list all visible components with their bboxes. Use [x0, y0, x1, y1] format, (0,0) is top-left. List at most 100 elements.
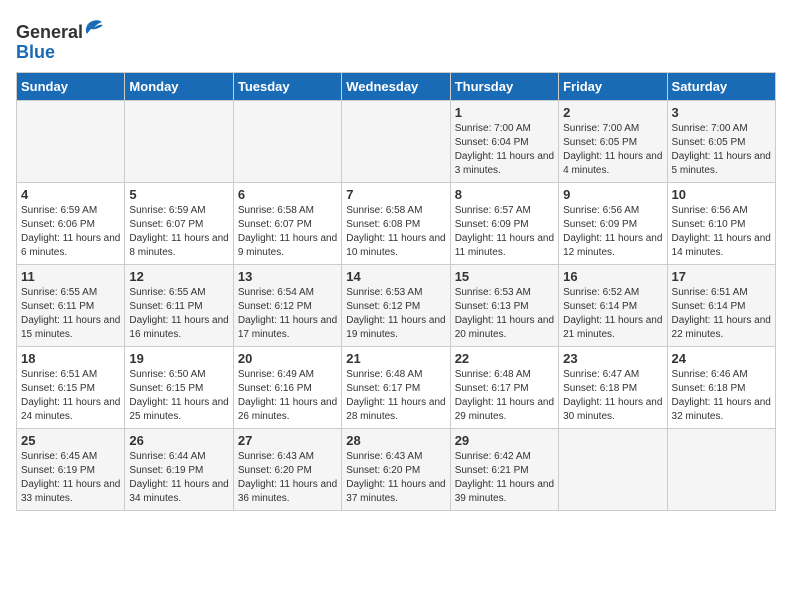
calendar-cell: 21 Sunrise: 6:48 AM Sunset: 6:17 PM Dayli…	[342, 347, 450, 429]
day-number: 29	[455, 433, 554, 448]
day-number: 19	[129, 351, 228, 366]
calendar-cell: 27 Sunrise: 6:43 AM Sunset: 6:20 PM Dayli…	[233, 429, 341, 511]
week-row-3: 11Sunrise: 6:55 AM Sunset: 6:11 PM Dayli…	[17, 265, 776, 347]
calendar-cell: 12Sunrise: 6:55 AM Sunset: 6:11 PM Dayli…	[125, 265, 233, 347]
calendar-cell: 26 Sunrise: 6:44 AM Sunset: 6:19 PM Dayli…	[125, 429, 233, 511]
calendar-cell: 19 Sunrise: 6:50 AM Sunset: 6:15 PM Dayli…	[125, 347, 233, 429]
calendar-cell	[233, 101, 341, 183]
day-number: 21	[346, 351, 445, 366]
calendar-cell: 11Sunrise: 6:55 AM Sunset: 6:11 PM Dayli…	[17, 265, 125, 347]
calendar-cell: 7 Sunrise: 6:58 AM Sunset: 6:08 PM Daylig…	[342, 183, 450, 265]
calendar-cell	[17, 101, 125, 183]
day-number: 13	[238, 269, 337, 284]
calendar-cell: 28 Sunrise: 6:43 AM Sunset: 6:20 PM Dayli…	[342, 429, 450, 511]
day-number: 15	[455, 269, 554, 284]
day-info: Sunrise: 6:59 AM Sunset: 6:06 PM Dayligh…	[21, 204, 120, 260]
calendar-cell	[342, 101, 450, 183]
day-number: 14	[346, 269, 445, 284]
calendar-cell: 18 Sunrise: 6:51 AM Sunset: 6:15 PM Dayli…	[17, 347, 125, 429]
day-number: 3	[672, 105, 771, 120]
calendar-cell: 17 Sunrise: 6:51 AM Sunset: 6:14 PM Dayli…	[667, 265, 775, 347]
calendar-cell: 4 Sunrise: 6:59 AM Sunset: 6:06 PM Daylig…	[17, 183, 125, 265]
day-number: 18	[21, 351, 120, 366]
day-info: Sunrise: 6:52 AM Sunset: 6:14 PM Dayligh…	[563, 286, 662, 342]
day-info: Sunrise: 6:56 AM Sunset: 6:09 PM Dayligh…	[563, 204, 662, 260]
day-number: 24	[672, 351, 771, 366]
day-info: Sunrise: 6:58 AM Sunset: 6:08 PM Dayligh…	[346, 204, 445, 260]
day-number: 12	[129, 269, 228, 284]
calendar-cell: 5 Sunrise: 6:59 AM Sunset: 6:07 PM Daylig…	[125, 183, 233, 265]
day-number: 8	[455, 187, 554, 202]
day-info: Sunrise: 6:53 AM Sunset: 6:13 PM Dayligh…	[455, 286, 554, 342]
day-number: 17	[672, 269, 771, 284]
day-number: 1	[455, 105, 554, 120]
week-row-5: 25 Sunrise: 6:45 AM Sunset: 6:19 PM Dayli…	[17, 429, 776, 511]
day-info: Sunrise: 6:48 AM Sunset: 6:17 PM Dayligh…	[346, 368, 445, 424]
day-info: Sunrise: 6:51 AM Sunset: 6:14 PM Dayligh…	[672, 286, 771, 342]
day-info: Sunrise: 6:45 AM Sunset: 6:19 PM Dayligh…	[21, 450, 120, 506]
day-info: Sunrise: 7:00 AM Sunset: 6:04 PM Dayligh…	[455, 122, 554, 178]
day-number: 10	[672, 187, 771, 202]
day-info: Sunrise: 6:58 AM Sunset: 6:07 PM Dayligh…	[238, 204, 337, 260]
day-info: Sunrise: 6:56 AM Sunset: 6:10 PM Dayligh…	[672, 204, 771, 260]
calendar-cell: 10 Sunrise: 6:56 AM Sunset: 6:10 PM Dayli…	[667, 183, 775, 265]
header-friday: Friday	[559, 73, 667, 101]
calendar-cell	[125, 101, 233, 183]
calendar-cell: 22Sunrise: 6:48 AM Sunset: 6:17 PM Dayli…	[450, 347, 558, 429]
calendar-cell	[667, 429, 775, 511]
header-saturday: Saturday	[667, 73, 775, 101]
calendar-cell: 13 Sunrise: 6:54 AM Sunset: 6:12 PM Dayli…	[233, 265, 341, 347]
day-number: 7	[346, 187, 445, 202]
calendar-cell: 9 Sunrise: 6:56 AM Sunset: 6:09 PM Daylig…	[559, 183, 667, 265]
day-number: 4	[21, 187, 120, 202]
day-info: Sunrise: 6:46 AM Sunset: 6:18 PM Dayligh…	[672, 368, 771, 424]
calendar-cell: 14 Sunrise: 6:53 AM Sunset: 6:12 PM Dayli…	[342, 265, 450, 347]
calendar-cell: 25 Sunrise: 6:45 AM Sunset: 6:19 PM Dayli…	[17, 429, 125, 511]
day-info: Sunrise: 7:00 AM Sunset: 6:05 PM Dayligh…	[672, 122, 771, 178]
day-number: 22	[455, 351, 554, 366]
day-number: 9	[563, 187, 662, 202]
day-number: 26	[129, 433, 228, 448]
calendar-cell: 1 Sunrise: 7:00 AM Sunset: 6:04 PM Daylig…	[450, 101, 558, 183]
day-info: Sunrise: 7:00 AM Sunset: 6:05 PM Dayligh…	[563, 122, 662, 178]
day-info: Sunrise: 6:53 AM Sunset: 6:12 PM Dayligh…	[346, 286, 445, 342]
header-tuesday: Tuesday	[233, 73, 341, 101]
day-info: Sunrise: 6:50 AM Sunset: 6:15 PM Dayligh…	[129, 368, 228, 424]
day-info: Sunrise: 6:43 AM Sunset: 6:20 PM Dayligh…	[346, 450, 445, 506]
day-number: 28	[346, 433, 445, 448]
day-info: Sunrise: 6:59 AM Sunset: 6:07 PM Dayligh…	[129, 204, 228, 260]
header-monday: Monday	[125, 73, 233, 101]
day-number: 16	[563, 269, 662, 284]
logo: General Blue	[16, 16, 106, 64]
day-info: Sunrise: 6:54 AM Sunset: 6:12 PM Dayligh…	[238, 286, 337, 342]
header-thursday: Thursday	[450, 73, 558, 101]
svg-text:General: General	[16, 22, 83, 42]
week-row-2: 4 Sunrise: 6:59 AM Sunset: 6:06 PM Daylig…	[17, 183, 776, 265]
day-number: 20	[238, 351, 337, 366]
day-info: Sunrise: 6:49 AM Sunset: 6:16 PM Dayligh…	[238, 368, 337, 424]
page-header: General Blue	[16, 16, 776, 64]
day-number: 6	[238, 187, 337, 202]
calendar-cell: 23 Sunrise: 6:47 AM Sunset: 6:18 PM Dayli…	[559, 347, 667, 429]
day-info: Sunrise: 6:44 AM Sunset: 6:19 PM Dayligh…	[129, 450, 228, 506]
svg-text:Blue: Blue	[16, 42, 55, 62]
day-number: 23	[563, 351, 662, 366]
day-info: Sunrise: 6:57 AM Sunset: 6:09 PM Dayligh…	[455, 204, 554, 260]
day-info: Sunrise: 6:47 AM Sunset: 6:18 PM Dayligh…	[563, 368, 662, 424]
day-number: 25	[21, 433, 120, 448]
logo-svg: General Blue	[16, 16, 106, 64]
week-row-1: 1 Sunrise: 7:00 AM Sunset: 6:04 PM Daylig…	[17, 101, 776, 183]
day-number: 2	[563, 105, 662, 120]
calendar-cell: 20 Sunrise: 6:49 AM Sunset: 6:16 PM Dayli…	[233, 347, 341, 429]
calendar-cell: 8 Sunrise: 6:57 AM Sunset: 6:09 PM Daylig…	[450, 183, 558, 265]
calendar-cell: 6 Sunrise: 6:58 AM Sunset: 6:07 PM Daylig…	[233, 183, 341, 265]
day-info: Sunrise: 6:51 AM Sunset: 6:15 PM Dayligh…	[21, 368, 120, 424]
calendar-cell: 3 Sunrise: 7:00 AM Sunset: 6:05 PM Daylig…	[667, 101, 775, 183]
day-info: Sunrise: 6:42 AM Sunset: 6:21 PM Dayligh…	[455, 450, 554, 506]
day-number: 5	[129, 187, 228, 202]
day-number: 11	[21, 269, 120, 284]
header-row: SundayMondayTuesdayWednesdayThursdayFrid…	[17, 73, 776, 101]
calendar-cell: 15 Sunrise: 6:53 AM Sunset: 6:13 PM Dayli…	[450, 265, 558, 347]
day-number: 27	[238, 433, 337, 448]
day-info: Sunrise: 6:43 AM Sunset: 6:20 PM Dayligh…	[238, 450, 337, 506]
